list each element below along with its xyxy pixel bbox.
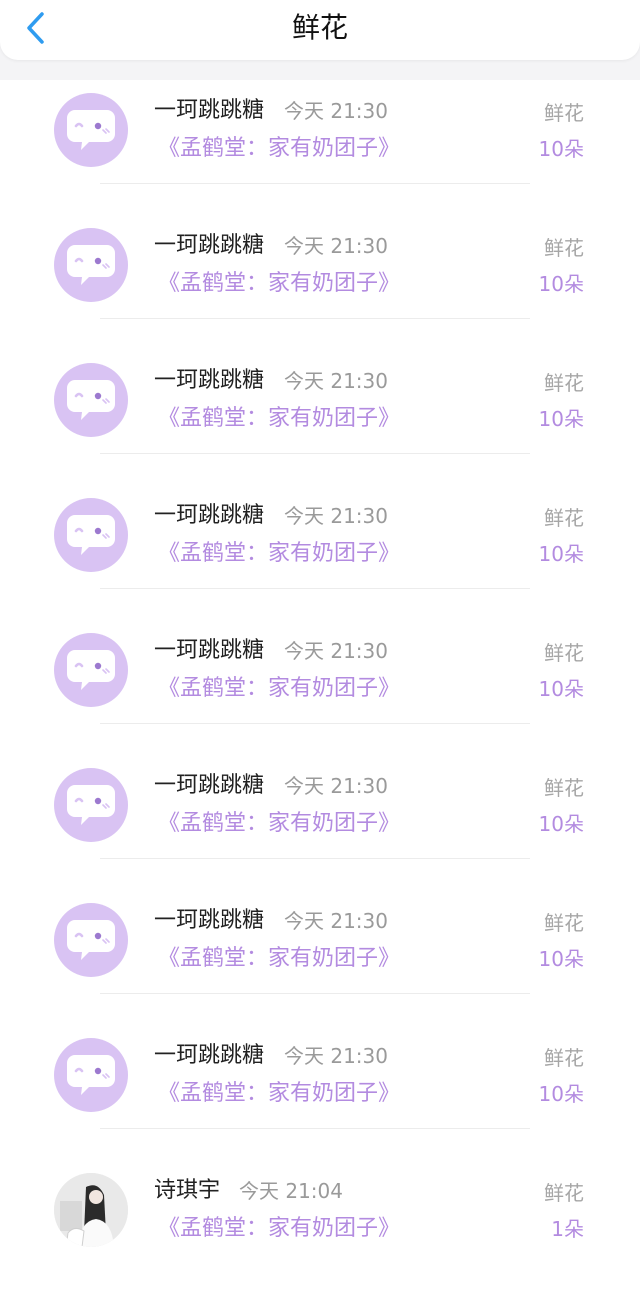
gift-count: 10朵 <box>538 1082 584 1106</box>
gift-count: 10朵 <box>538 272 584 296</box>
row-divider <box>100 318 530 319</box>
book-title-link[interactable]: 《孟鹤堂：家有奶团子》 <box>158 269 400 299</box>
user-name: 一珂跳跳糖 <box>154 638 265 663</box>
timestamp: 今天 21:30 <box>284 99 388 123</box>
book-title-link[interactable]: 《孟鹤堂：家有奶团子》 <box>158 1079 400 1109</box>
timestamp: 今天 21:04 <box>239 1179 343 1203</box>
chat-bubble-face-icon <box>67 920 115 960</box>
timestamp: 今天 21:30 <box>284 1044 388 1068</box>
row-divider <box>100 453 530 454</box>
user-name: 一珂跳跳糖 <box>154 773 265 798</box>
timestamp: 今天 21:30 <box>284 774 388 798</box>
chat-bubble-face-icon <box>67 110 115 150</box>
chat-bubble-face-icon <box>67 380 115 420</box>
gift-record-row[interactable]: 一珂跳跳糖 今天 21:30 《孟鹤堂：家有奶团子》 鲜花 10朵 <box>0 755 640 890</box>
chat-bubble-face-icon <box>67 1055 115 1095</box>
gift-count: 10朵 <box>538 407 584 431</box>
book-title-link[interactable]: 《孟鹤堂：家有奶团子》 <box>158 539 400 569</box>
gift-type: 鲜花 <box>544 911 584 935</box>
avatar[interactable] <box>54 498 128 572</box>
gift-type: 鲜花 <box>544 641 584 665</box>
user-photo-icon <box>54 1173 128 1247</box>
gift-count: 10朵 <box>538 542 584 566</box>
user-name: 一珂跳跳糖 <box>154 368 265 393</box>
gift-count: 10朵 <box>538 947 584 971</box>
gift-record-row[interactable]: 一珂跳跳糖 今天 21:30 《孟鹤堂：家有奶团子》 鲜花 10朵 <box>0 215 640 350</box>
row-divider <box>100 993 530 994</box>
user-name: 一珂跳跳糖 <box>154 233 265 258</box>
chat-bubble-face-icon <box>67 515 115 555</box>
chat-bubble-face-icon <box>67 650 115 690</box>
row-divider <box>100 723 530 724</box>
chat-bubble-face-icon <box>67 245 115 285</box>
book-title-link[interactable]: 《孟鹤堂：家有奶团子》 <box>158 404 400 434</box>
page-title: 鲜花 <box>291 11 348 44</box>
avatar[interactable] <box>54 768 128 842</box>
gift-count: 10朵 <box>538 677 584 701</box>
gift-record-row[interactable]: 一珂跳跳糖 今天 21:30 《孟鹤堂：家有奶团子》 鲜花 10朵 <box>0 350 640 485</box>
book-title-link[interactable]: 《孟鹤堂：家有奶团子》 <box>158 1214 400 1244</box>
user-name: 诗琪宇 <box>154 1178 221 1203</box>
avatar[interactable] <box>54 1173 128 1247</box>
gift-count: 10朵 <box>538 137 584 161</box>
timestamp: 今天 21:30 <box>284 639 388 663</box>
timestamp: 今天 21:30 <box>284 909 388 933</box>
gift-record-row[interactable]: 诗琪宇 今天 21:04 《孟鹤堂：家有奶团子》 鲜花 1朵 <box>0 1160 640 1295</box>
gift-record-row[interactable]: 一珂跳跳糖 今天 21:30 《孟鹤堂：家有奶团子》 鲜花 10朵 <box>0 890 640 1025</box>
gift-count: 1朵 <box>551 1217 584 1241</box>
gift-type: 鲜花 <box>544 371 584 395</box>
avatar[interactable] <box>54 903 128 977</box>
user-name: 一珂跳跳糖 <box>154 1043 265 1068</box>
book-title-link[interactable]: 《孟鹤堂：家有奶团子》 <box>158 944 400 974</box>
gift-type: 鲜花 <box>544 1046 584 1070</box>
avatar[interactable] <box>54 363 128 437</box>
gift-record-row[interactable]: 一珂跳跳糖 今天 21:30 《孟鹤堂：家有奶团子》 鲜花 10朵 <box>0 485 640 620</box>
gift-type: 鲜花 <box>544 1181 584 1205</box>
avatar[interactable] <box>54 93 128 167</box>
gift-type: 鲜花 <box>544 776 584 800</box>
gift-type: 鲜花 <box>544 236 584 260</box>
timestamp: 今天 21:30 <box>284 234 388 258</box>
gift-count: 10朵 <box>538 812 584 836</box>
user-name: 一珂跳跳糖 <box>154 908 265 933</box>
timestamp: 今天 21:30 <box>284 369 388 393</box>
row-divider <box>100 183 530 184</box>
book-title-link[interactable]: 《孟鹤堂：家有奶团子》 <box>158 809 400 839</box>
row-divider <box>100 1128 530 1129</box>
gift-type: 鲜花 <box>544 506 584 530</box>
row-divider <box>100 588 530 589</box>
avatar[interactable] <box>54 1038 128 1112</box>
gift-type: 鲜花 <box>544 101 584 125</box>
user-name: 一珂跳跳糖 <box>154 503 265 528</box>
book-title-link[interactable]: 《孟鹤堂：家有奶团子》 <box>158 134 400 164</box>
avatar[interactable] <box>54 633 128 707</box>
avatar[interactable] <box>54 228 128 302</box>
header: 鲜花 <box>0 0 640 60</box>
user-name: 一珂跳跳糖 <box>154 98 265 123</box>
row-divider <box>100 858 530 859</box>
gift-record-row[interactable]: 一珂跳跳糖 今天 21:30 《孟鹤堂：家有奶团子》 鲜花 10朵 <box>0 80 640 215</box>
timestamp: 今天 21:30 <box>284 504 388 528</box>
gift-record-row[interactable]: 一珂跳跳糖 今天 21:30 《孟鹤堂：家有奶团子》 鲜花 10朵 <box>0 620 640 755</box>
gift-record-row[interactable]: 一珂跳跳糖 今天 21:30 《孟鹤堂：家有奶团子》 鲜花 10朵 <box>0 1025 640 1160</box>
chat-bubble-face-icon <box>67 785 115 825</box>
book-title-link[interactable]: 《孟鹤堂：家有奶团子》 <box>158 674 400 704</box>
